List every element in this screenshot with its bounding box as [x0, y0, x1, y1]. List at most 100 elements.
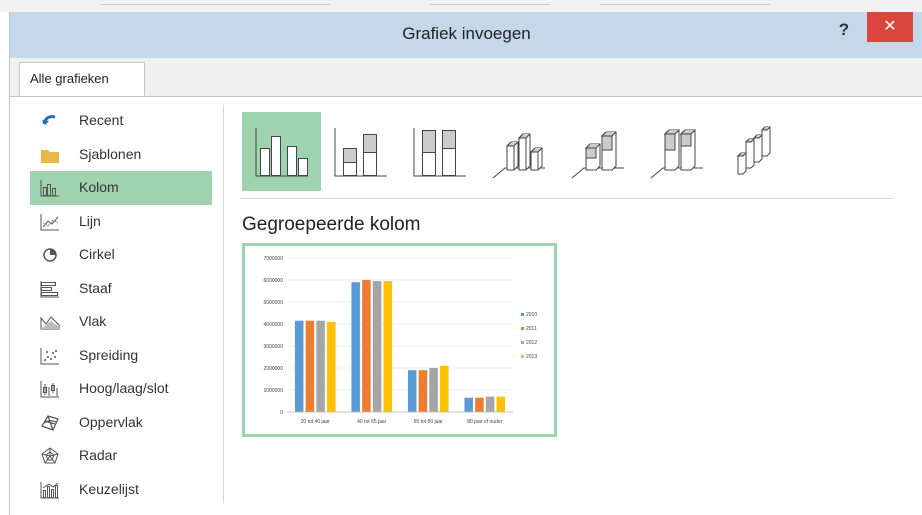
sidebar-item-bar[interactable]: Staaf [30, 272, 212, 306]
sidebar-item-label: Vlak [79, 313, 107, 329]
chart-bar [316, 320, 325, 412]
3d-100-stacked-column-icon [650, 129, 703, 179]
subtype-100-stacked-column[interactable] [400, 112, 479, 191]
subtype-3d-column[interactable] [716, 112, 795, 191]
legend-swatch [521, 341, 524, 344]
sidebar-item-label: Recent [79, 112, 124, 128]
preview-chart: 0 1000000 2000000 3000000 4000000 5000000 6000… [264, 256, 538, 425]
background-divider [600, 4, 770, 5]
3d-stacked-column-icon [571, 131, 624, 179]
background-divider [430, 4, 550, 5]
sidebar-item-label: Lijn [79, 212, 101, 229]
chart-bar [305, 320, 315, 412]
column-chart-icon [40, 180, 59, 197]
sidebar-item-recent[interactable]: Recent [30, 104, 212, 138]
chart-bar [429, 368, 438, 412]
pane-divider [223, 105, 224, 503]
pie-chart-icon [43, 248, 57, 262]
y-tick-label: 1000000 [264, 388, 284, 394]
chart-bar [294, 320, 304, 412]
y-tick-label: 3000000 [264, 344, 284, 350]
recent-icon [42, 115, 56, 125]
sidebar-item-label: Hoog/laag/slot [79, 380, 169, 396]
chart-type-list: Recent Sjablonen Kolom Lijn Cirkel Staaf… [30, 104, 212, 506]
scatter-chart-icon [40, 347, 59, 364]
chart-bar [418, 370, 428, 412]
legend-swatch [521, 355, 524, 358]
y-tick-label: 6000000 [264, 278, 284, 284]
title-bar: Grafiek invoegen ? ✕ [10, 12, 922, 58]
sidebar-item-area[interactable]: Vlak [30, 305, 212, 339]
chart-bar [407, 370, 417, 412]
legend-swatch [521, 313, 524, 316]
3d-clustered-column-icon [492, 133, 545, 179]
sidebar-item-combo[interactable]: Keuzelijst [30, 473, 212, 507]
y-tick-label: 7000000 [264, 256, 284, 262]
subtype-clustered-column[interactable] [242, 112, 321, 191]
sidebar-item-templates[interactable]: Sjablonen [30, 138, 212, 172]
chart-bar [485, 396, 495, 412]
combo-chart-icon [40, 481, 59, 498]
stacked-column-icon [334, 128, 387, 177]
sidebar-item-pie[interactable]: Cirkel [30, 238, 212, 272]
sidebar-item-label: Kolom [79, 179, 119, 195]
subtype-divider [240, 198, 894, 199]
help-button[interactable]: ? [833, 18, 855, 42]
sidebar-item-stock[interactable]: Hoog/laag/slot [30, 372, 212, 406]
legend-label: 2010 [526, 312, 537, 318]
chart-bar [496, 396, 506, 412]
y-tick-label: 4000000 [264, 322, 284, 328]
chart-preview[interactable]: 0 1000000 2000000 3000000 4000000 5000000 6000… [242, 243, 557, 437]
100-stacked-column-icon [413, 128, 466, 177]
radar-chart-icon [41, 447, 59, 464]
subtype-3d-clustered-column[interactable] [479, 112, 558, 191]
sidebar-item-radar[interactable]: Radar [30, 439, 212, 473]
sidebar-item-label: Staaf [79, 279, 112, 296]
background-window-strip [0, 0, 922, 12]
folder-icon [41, 149, 59, 163]
x-tick-label: 40 tot 65 jaar [357, 419, 387, 425]
chart-bar [362, 280, 371, 412]
sidebar-item-surface[interactable]: Oppervlak [30, 406, 212, 440]
legend-label: 2013 [526, 354, 537, 360]
sidebar-item-label: Keuzelijst [79, 480, 139, 497]
subtype-stacked-column[interactable] [321, 112, 400, 191]
background-divider [100, 4, 330, 5]
chart-bar [475, 397, 484, 412]
tab-bar: Alle grafieken [10, 58, 922, 97]
sidebar-item-label: Cirkel [79, 246, 115, 262]
legend-swatch [521, 327, 524, 330]
sidebar-item-label: Oppervlak [79, 413, 143, 430]
dialog-title: Grafiek invoegen [402, 24, 531, 43]
surface-chart-icon [41, 414, 59, 431]
chart-bar [440, 365, 449, 412]
tab-all-charts[interactable]: Alle grafieken [19, 62, 145, 96]
chart-bar [383, 281, 393, 412]
x-tick-label: 20 tot 40 jaar [301, 419, 331, 425]
close-button[interactable]: ✕ [867, 12, 913, 42]
y-tick-label: 5000000 [264, 300, 284, 306]
sidebar-item-label: Spreiding [79, 346, 139, 363]
y-tick-label: 2000000 [264, 366, 284, 372]
x-tick-label: 65 tot 80 jaar [414, 419, 444, 425]
3d-column-icon [736, 126, 771, 175]
chart-subtype-title: Gegroepeerde kolom [242, 214, 421, 235]
sidebar-item-scatter[interactable]: Spreiding [30, 339, 212, 373]
sidebar-item-column[interactable]: Kolom [30, 171, 212, 205]
chart-bar [372, 281, 382, 412]
subtype-3d-100-stacked-column[interactable] [637, 112, 716, 191]
legend-label: 2011 [526, 326, 537, 332]
stock-chart-icon [40, 381, 59, 398]
sidebar-item-label: Radar [79, 447, 118, 463]
legend-label: 2012 [526, 340, 537, 346]
sidebar-item-line[interactable]: Lijn [30, 205, 212, 239]
y-tick-label: 0 [280, 410, 283, 416]
chart-bar [351, 282, 360, 412]
chart-bar [327, 321, 336, 412]
clustered-column-icon [255, 128, 308, 177]
line-chart-icon [40, 213, 59, 230]
sidebar-item-label: Sjablonen [79, 145, 142, 162]
subtype-3d-stacked-column[interactable] [558, 112, 637, 191]
bar-chart-icon [40, 280, 59, 297]
area-chart-icon [40, 316, 60, 330]
